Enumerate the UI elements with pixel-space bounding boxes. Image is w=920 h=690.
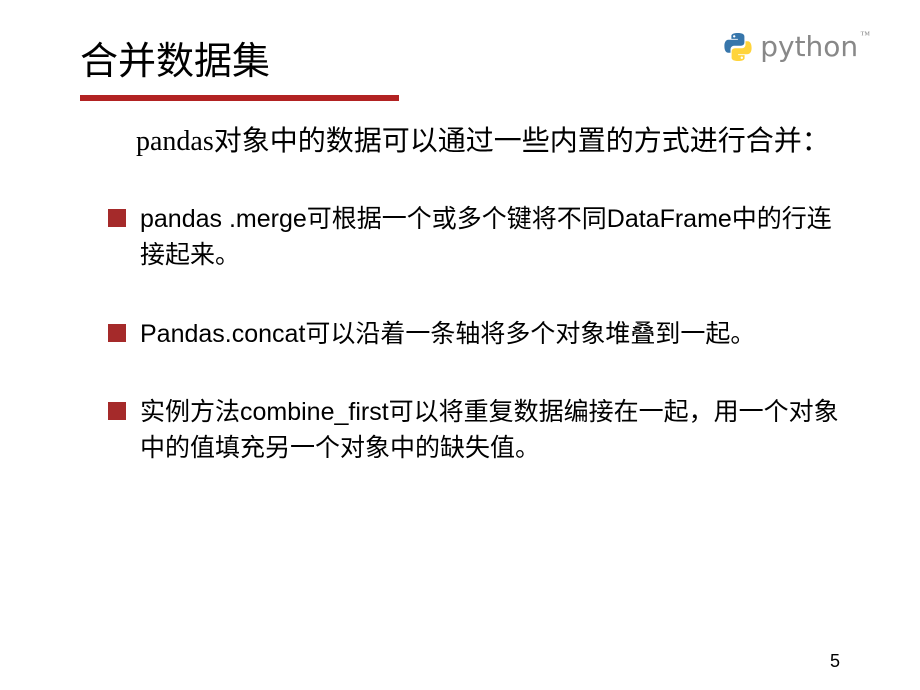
logo-text: python™ <box>760 30 870 63</box>
bullet-item: Pandas.concat可以沿着一条轴将多个对象堆叠到一起。 <box>108 316 840 352</box>
bullet-item: 实例方法combine_first可以将重复数据编接在一起，用一个对象中的值填充… <box>108 394 840 467</box>
python-logo: python™ <box>722 30 870 63</box>
intro-text: pandas对象中的数据可以通过一些内置的方式进行合并： <box>80 121 840 163</box>
python-icon <box>722 31 754 63</box>
title-divider <box>80 95 840 101</box>
bullet-list: pandas .merge可根据一个或多个键将不同DataFrame中的行连接起… <box>80 201 840 466</box>
slide-header: python™ 合并数据集 <box>80 30 840 101</box>
slide-container: python™ 合并数据集 pandas对象中的数据可以通过一些内置的方式进行合… <box>0 0 920 690</box>
page-number: 5 <box>830 651 840 672</box>
bullet-item: pandas .merge可根据一个或多个键将不同DataFrame中的行连接起… <box>108 201 840 274</box>
